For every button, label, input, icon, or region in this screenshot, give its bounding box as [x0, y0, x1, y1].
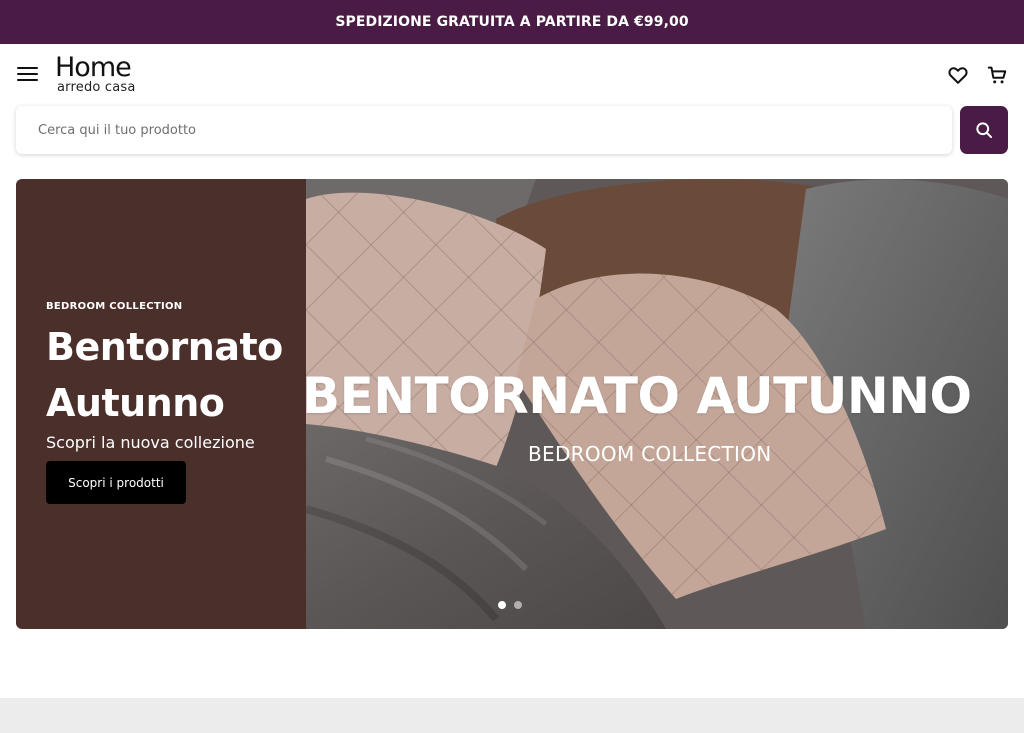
announcement-bar: SPEDIZIONE GRATUITA A PARTIRE DA €99,00: [0, 0, 1024, 44]
search-input[interactable]: [16, 106, 952, 154]
search-icon: [976, 122, 993, 139]
hero-image[interactable]: BENTORNATO AUTUNNO BEDROOM COLLECTION: [306, 179, 1008, 629]
heart-icon: [948, 67, 968, 84]
search-bar: [16, 106, 952, 154]
carousel-dot-1[interactable]: [498, 601, 506, 609]
carousel-dot-2[interactable]: [514, 601, 522, 609]
site-header: Home arredo casa: [0, 44, 1024, 106]
search-button[interactable]: [960, 106, 1008, 154]
hero-image-title: BENTORNATO AUTUNNO: [306, 367, 972, 425]
cart-icon: [987, 66, 1007, 84]
discover-products-button[interactable]: Scopri i prodotti: [46, 461, 186, 504]
next-section-strip: [0, 698, 1024, 733]
hero-image-subtitle: BEDROOM COLLECTION: [528, 442, 772, 466]
hero-eyebrow: BEDROOM COLLECTION: [46, 301, 183, 312]
logo-tagline: arredo casa: [57, 80, 136, 95]
hero-subtitle: Scopri la nuova collezione: [46, 433, 255, 452]
hamburger-menu-button[interactable]: [17, 67, 39, 83]
announcement-text: SPEDIZIONE GRATUITA A PARTIRE DA €99,00: [335, 14, 689, 30]
hero-title: Bentornato Autunno: [46, 325, 283, 425]
carousel-dots: [498, 601, 522, 609]
site-logo[interactable]: Home arredo casa: [55, 54, 150, 96]
cart-button[interactable]: [986, 64, 1008, 86]
hero-text-panel: BEDROOM COLLECTION Bentornato Autunno Sc…: [16, 179, 306, 629]
hero-banner: BEDROOM COLLECTION Bentornato Autunno Sc…: [16, 179, 1008, 629]
logo-wordmark: Home: [55, 52, 132, 83]
wishlist-button[interactable]: [947, 64, 969, 86]
hamburger-icon: [17, 67, 38, 69]
